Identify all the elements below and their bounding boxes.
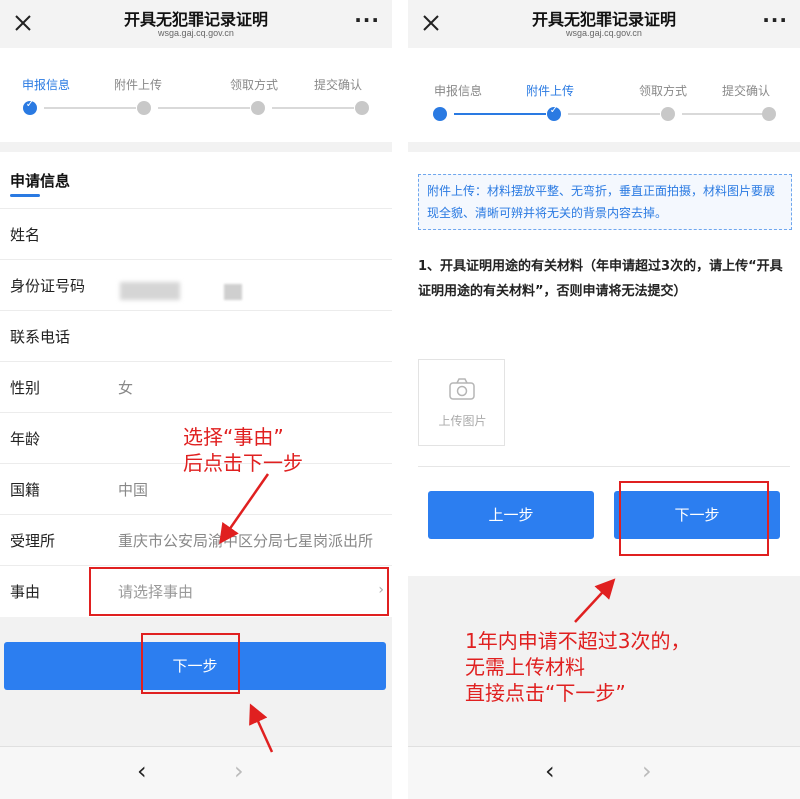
row-label: 事由 — [10, 583, 41, 601]
page-title: 开具无犯罪记录证明 — [531, 10, 676, 29]
step-1-dot: ✓ — [23, 99, 37, 115]
step-4-dot — [762, 107, 776, 121]
upload-label: 上传图片 — [438, 414, 487, 428]
redacted-id-value — [120, 282, 180, 300]
upload-image-button[interactable]: 上传图片 — [418, 359, 505, 446]
check-icon: ✓ — [549, 105, 559, 116]
back-icon[interactable]: ‹ — [545, 757, 555, 785]
browser-toolbar: ‹ › — [408, 746, 800, 799]
forward-icon[interactable]: › — [642, 757, 652, 785]
annotation-text: 后点击下一步 — [183, 451, 303, 475]
row-label: 年龄 — [10, 430, 41, 448]
browser-toolbar: ‹ › — [0, 746, 392, 799]
more-icon[interactable]: ··· — [762, 8, 788, 32]
divider — [418, 466, 790, 467]
row-value: 重庆市公安局渝中区分局七星岗派出所 — [118, 532, 374, 550]
step-3-label: 领取方式 — [230, 78, 279, 92]
step-2-dot — [137, 101, 151, 115]
step-1-label: 申报信息 — [434, 84, 483, 98]
step-1-dot — [433, 107, 447, 121]
step-line — [682, 113, 764, 115]
nav-bar: 开具无犯罪记录证明 wsga.gaj.cq.gov.cn ··· — [408, 0, 800, 48]
forward-icon[interactable]: › — [234, 757, 244, 785]
annotation-box-next — [619, 481, 769, 556]
step-line — [568, 113, 660, 115]
step-3-label: 领取方式 — [639, 84, 688, 98]
page-url: wsga.gaj.cq.gov.cn — [566, 28, 642, 38]
page-title: 开具无犯罪记录证明 — [123, 10, 268, 29]
row-label: 受理所 — [10, 532, 56, 550]
step-4-label: 提交确认 — [314, 78, 363, 92]
step-3-dot — [251, 101, 265, 115]
camera-icon — [449, 378, 475, 400]
row-label: 姓名 — [10, 226, 41, 244]
step-1-label: 申报信息 — [22, 78, 71, 92]
row-name[interactable]: 姓名 — [0, 208, 392, 259]
row-office[interactable]: 受理所 重庆市公安局渝中区分局七星岗派出所 — [0, 514, 392, 565]
back-icon[interactable]: ‹ — [137, 757, 147, 785]
step-progress: 申报信息 附件上传 领取方式 提交确认 ✓ — [0, 48, 392, 142]
check-icon: ✓ — [25, 99, 35, 110]
redacted-id-value — [224, 284, 242, 300]
section-title: 申请信息 — [10, 172, 71, 190]
row-value: 女 — [118, 379, 134, 397]
left-screen: 开具无犯罪记录证明 wsga.gaj.cq.gov.cn ··· 申报信息 附件… — [0, 0, 392, 799]
page-url: wsga.gaj.cq.gov.cn — [158, 28, 234, 38]
step-line — [44, 107, 136, 109]
step-line — [454, 113, 546, 115]
row-value: 中国 — [118, 481, 149, 499]
step-progress: 申报信息 附件上传 领取方式 提交确认 ✓ — [408, 48, 800, 142]
step-4-label: 提交确认 — [722, 84, 771, 98]
row-phone[interactable]: 联系电话 — [0, 310, 392, 361]
step-line — [272, 107, 354, 109]
more-icon[interactable]: ··· — [354, 8, 380, 32]
step-2-dot: ✓ — [547, 105, 561, 121]
prev-button[interactable]: 上一步 — [428, 491, 594, 539]
step-2-label: 附件上传 — [114, 78, 163, 92]
section-underline — [10, 194, 40, 197]
annotation-text: 直接点击“下一步” — [465, 681, 626, 705]
nav-bar: 开具无犯罪记录证明 wsga.gaj.cq.gov.cn ··· — [0, 0, 392, 48]
step-3-dot — [661, 107, 675, 121]
row-gender[interactable]: 性别 女 — [0, 361, 392, 412]
step-line — [158, 107, 250, 109]
upload-notice: 附件上传：材料摆放平整、无弯折，垂直正面拍摄，材料图片要展现全貌、清晰可辨并将无… — [418, 174, 792, 230]
annotation-text: 选择“事由” — [183, 425, 284, 449]
row-label: 身份证号码 — [10, 277, 86, 295]
step-4-dot — [355, 101, 369, 115]
annotation-box-next — [141, 633, 240, 694]
row-label: 性别 — [10, 379, 41, 397]
annotation-text: 1年内申请不超过3次的， — [465, 629, 691, 653]
annotation-text: 无需上传材料 — [465, 655, 585, 679]
row-label: 联系电话 — [10, 328, 71, 346]
right-screen: 开具无犯罪记录证明 wsga.gaj.cq.gov.cn ··· 申报信息 附件… — [408, 0, 800, 799]
requirement-text: 1、开具证明用途的有关材料（年申请超过3次的，请上传“开具证明用途的有关材料”，… — [418, 259, 783, 299]
step-2-label: 附件上传 — [526, 84, 575, 98]
row-id-number[interactable]: 身份证号码 — [0, 259, 392, 310]
row-label: 国籍 — [10, 481, 41, 499]
annotation-box-reason — [89, 567, 389, 616]
